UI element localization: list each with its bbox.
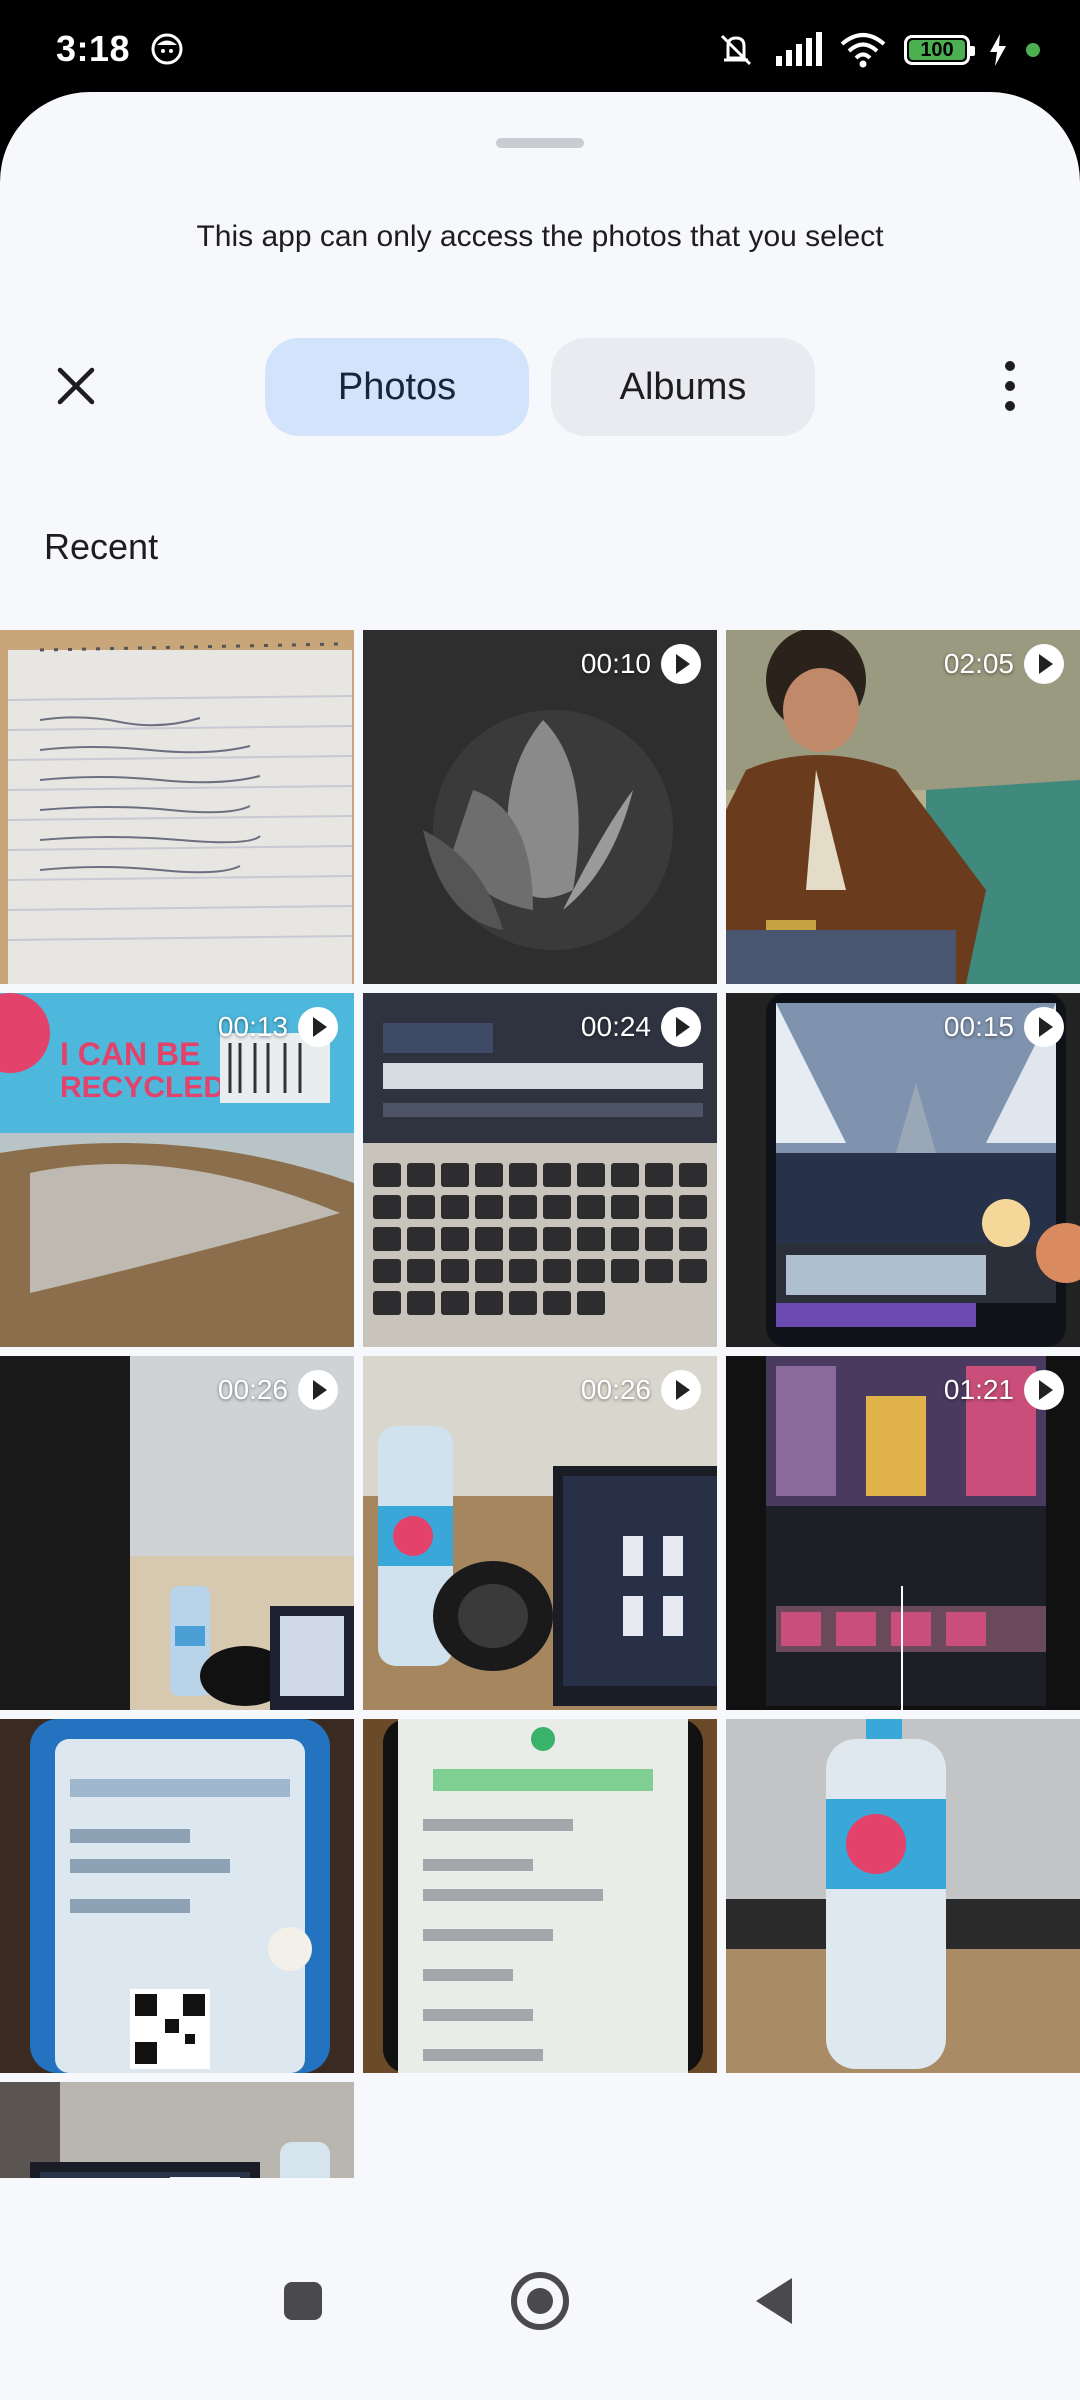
video-badge: 02:05: [944, 644, 1064, 684]
privacy-dot: [1026, 43, 1040, 57]
media-tile[interactable]: [363, 1719, 717, 2073]
video-badge: 00:26: [218, 1370, 338, 1410]
video-duration: 00:24: [580, 1011, 651, 1042]
video-badge: 01:21: [944, 1370, 1064, 1410]
video-duration: 00:10: [580, 648, 651, 679]
signal-icon: [776, 32, 822, 66]
svg-text:RECYCLED: RECYCLED: [60, 1071, 225, 1104]
media-tile[interactable]: 01:21: [726, 1356, 1080, 1710]
play-icon: [298, 1370, 338, 1410]
svg-text:I CAN BE: I CAN BE: [60, 1036, 200, 1072]
tab-bar: Photos Albums: [265, 338, 815, 436]
face-app-icon: [151, 33, 183, 65]
video-duration: 00:13: [217, 1011, 288, 1042]
battery-icon: 100: [904, 35, 975, 65]
media-tile[interactable]: [726, 1719, 1080, 2073]
navigation-bar: [0, 2178, 1080, 2400]
media-tile[interactable]: 00:26: [0, 1356, 354, 1710]
media-tile[interactable]: 00:10: [363, 630, 717, 984]
play-icon: [661, 1007, 701, 1047]
play-icon: [1024, 1007, 1064, 1047]
media-tile[interactable]: [0, 630, 354, 984]
video-badge: 00:24: [581, 1007, 701, 1047]
video-badge: 00:26: [581, 1370, 701, 1410]
video-duration: 00:26: [580, 1374, 651, 1405]
play-icon: [1024, 1370, 1064, 1410]
media-tile[interactable]: 00:15: [726, 993, 1080, 1347]
media-thumbnail: [0, 630, 354, 984]
home-button[interactable]: [511, 2272, 569, 2330]
access-notice: This app can only access the photos that…: [196, 220, 884, 253]
drag-handle[interactable]: [496, 138, 584, 148]
video-badge: 00:15: [944, 1007, 1064, 1047]
media-thumbnail: [726, 1719, 1080, 2073]
play-icon: [661, 644, 701, 684]
tab-photos[interactable]: Photos: [265, 338, 529, 436]
mute-icon: [720, 34, 752, 66]
charging-icon: [990, 34, 1006, 66]
play-icon: [298, 1007, 338, 1047]
status-time: 3:18: [56, 28, 131, 69]
media-tile[interactable]: 02:05: [726, 630, 1080, 984]
video-duration: 00:15: [943, 1011, 1014, 1042]
media-tile[interactable]: 00:24: [363, 993, 717, 1347]
close-icon[interactable]: [44, 354, 108, 418]
video-badge: 00:13: [218, 1007, 338, 1047]
wifi-icon: [840, 33, 886, 68]
battery-level: 100: [920, 38, 954, 61]
play-icon: [1024, 644, 1064, 684]
recents-button[interactable]: [284, 2282, 322, 2320]
video-duration: 01:21: [943, 1374, 1014, 1405]
tab-albums[interactable]: Albums: [551, 338, 815, 436]
status-bar: 3:18 100: [0, 0, 1080, 100]
media-thumbnail: [0, 1719, 354, 2073]
media-thumbnail: [363, 1719, 717, 2073]
media-tile[interactable]: 00:26: [363, 1356, 717, 1710]
video-badge: 00:10: [581, 644, 701, 684]
more-options-icon[interactable]: [990, 350, 1030, 422]
photo-picker-sheet: This app can only access the photos that…: [0, 92, 1080, 2400]
video-duration: 00:26: [217, 1374, 288, 1405]
play-icon: [661, 1370, 701, 1410]
status-icons: 100: [716, 30, 1040, 70]
back-button[interactable]: [756, 2278, 792, 2324]
media-tile[interactable]: [0, 1719, 354, 2073]
video-duration: 02:05: [943, 648, 1014, 679]
media-tile[interactable]: I CAN BE RECYCLED 00:13: [0, 993, 354, 1347]
section-title-recent: Recent: [44, 526, 159, 567]
